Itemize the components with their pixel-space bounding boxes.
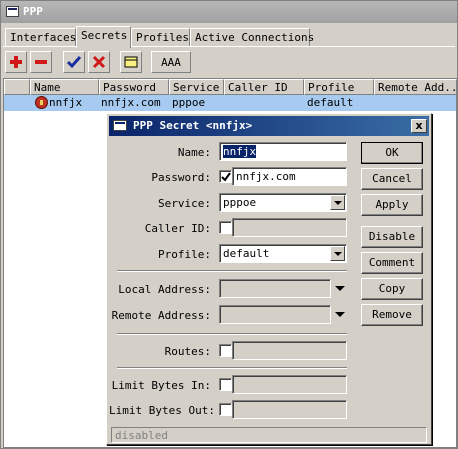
tab-profiles[interactable]: Profiles <box>131 28 190 47</box>
dropdown-arrow-icon[interactable] <box>335 312 345 317</box>
limit-bytes-in-label: Limit Bytes In: <box>111 379 211 392</box>
limit-bytes-out-label: Limit Bytes Out: <box>109 404 215 417</box>
ok-button[interactable]: OK <box>361 142 423 164</box>
check-icon <box>67 56 81 69</box>
minus-icon <box>35 60 47 64</box>
limit-bytes-out-checkbox[interactable] <box>219 403 232 416</box>
cell-service: pppoe <box>172 96 206 109</box>
caller-id-label: Caller ID: <box>144 222 211 235</box>
limit-bytes-out-input[interactable] <box>232 400 347 419</box>
chevron-down-icon[interactable] <box>330 195 345 210</box>
password-input[interactable]: nnfjx.com <box>232 167 347 186</box>
separator <box>117 367 347 369</box>
comment-button[interactable] <box>120 51 142 73</box>
separator <box>117 333 347 335</box>
column-header-service[interactable]: Service <box>169 79 224 95</box>
limit-bytes-in-checkbox[interactable] <box>219 378 232 391</box>
cell-profile: default <box>307 96 354 109</box>
password-label: Password: <box>151 171 211 184</box>
checkmark-icon <box>221 172 231 182</box>
dropdown-arrow-icon[interactable] <box>335 286 345 291</box>
routes-checkbox[interactable] <box>219 344 232 357</box>
dialog-title: PPP Secret <nnfjx> <box>133 119 253 132</box>
remove-button[interactable]: Remove <box>361 304 423 326</box>
apply-button[interactable]: Apply <box>361 194 423 216</box>
profile-select[interactable]: default <box>219 244 347 263</box>
local-address-label: Local Address: <box>118 283 211 296</box>
ppp-secret-dialog: PPP Secret <nnfjx> x Name: nnfjx Passwor… <box>106 113 432 445</box>
window-icon <box>6 6 19 17</box>
chevron-down-icon[interactable] <box>330 246 345 261</box>
cell-name: nnfjx <box>49 96 83 109</box>
remove-button[interactable] <box>30 51 52 73</box>
service-select[interactable]: pppoe <box>219 193 347 212</box>
service-label: Service: <box>158 197 211 210</box>
remote-address-input[interactable] <box>219 305 331 324</box>
column-header-sort[interactable] <box>4 79 30 95</box>
note-icon <box>124 56 138 68</box>
dialog-window-icon <box>113 120 127 131</box>
disable-button[interactable]: Disable <box>361 226 423 248</box>
profile-label: Profile: <box>158 248 211 261</box>
plus-icon <box>10 56 22 68</box>
window-title: PPP <box>23 5 43 18</box>
caller-id-input[interactable] <box>232 218 347 237</box>
remote-address-label: Remote Address: <box>111 309 211 322</box>
dialog-titlebar[interactable]: PPP Secret <nnfjx> x <box>109 116 429 136</box>
column-header-profile[interactable]: Profile <box>304 79 374 95</box>
tab-interfaces[interactable]: Interfaces <box>5 28 76 47</box>
comment-button[interactable]: Comment <box>361 252 423 274</box>
cell-caller-id <box>226 96 304 110</box>
name-value: nnfjx <box>223 145 257 158</box>
name-label: Name: <box>177 146 211 159</box>
column-header-caller-id[interactable]: Caller ID <box>224 79 304 95</box>
service-value: pppoe <box>223 196 257 209</box>
name-input[interactable]: nnfjx <box>219 142 347 161</box>
tab-active-connections[interactable]: Active Connections <box>190 28 314 47</box>
cell-password: nnfjx.com <box>101 96 161 109</box>
tab-divider <box>3 46 455 47</box>
profile-value: default <box>223 247 270 260</box>
close-button[interactable]: x <box>411 119 427 133</box>
column-header-remote-address[interactable]: Remote Add... <box>374 79 457 95</box>
aaa-button[interactable]: AAA <box>151 51 191 73</box>
caller-id-checkbox[interactable] <box>219 221 232 234</box>
cell-remote-address <box>376 96 456 110</box>
column-header-password[interactable]: Password <box>99 79 169 95</box>
password-checkbox[interactable] <box>219 170 232 183</box>
add-button[interactable] <box>5 51 27 73</box>
local-address-input[interactable] <box>219 279 331 298</box>
window-titlebar[interactable]: PPP <box>1 1 457 23</box>
x-icon <box>92 55 106 69</box>
separator <box>117 270 347 272</box>
cancel-button[interactable]: Cancel <box>361 168 423 190</box>
table-row[interactable]: nnfjx nnfjx.com pppoe default <box>4 95 456 111</box>
disable-button[interactable] <box>88 51 110 73</box>
enable-button[interactable] <box>63 51 85 73</box>
copy-button[interactable]: Copy <box>361 278 423 300</box>
routes-input[interactable] <box>232 341 347 360</box>
tab-secrets[interactable]: Secrets <box>76 26 131 48</box>
column-header-name[interactable]: Name <box>30 79 99 95</box>
routes-label: Routes: <box>164 345 211 358</box>
status-bar: disabled <box>111 427 427 443</box>
limit-bytes-in-input[interactable] <box>232 375 347 394</box>
user-icon <box>35 96 48 109</box>
